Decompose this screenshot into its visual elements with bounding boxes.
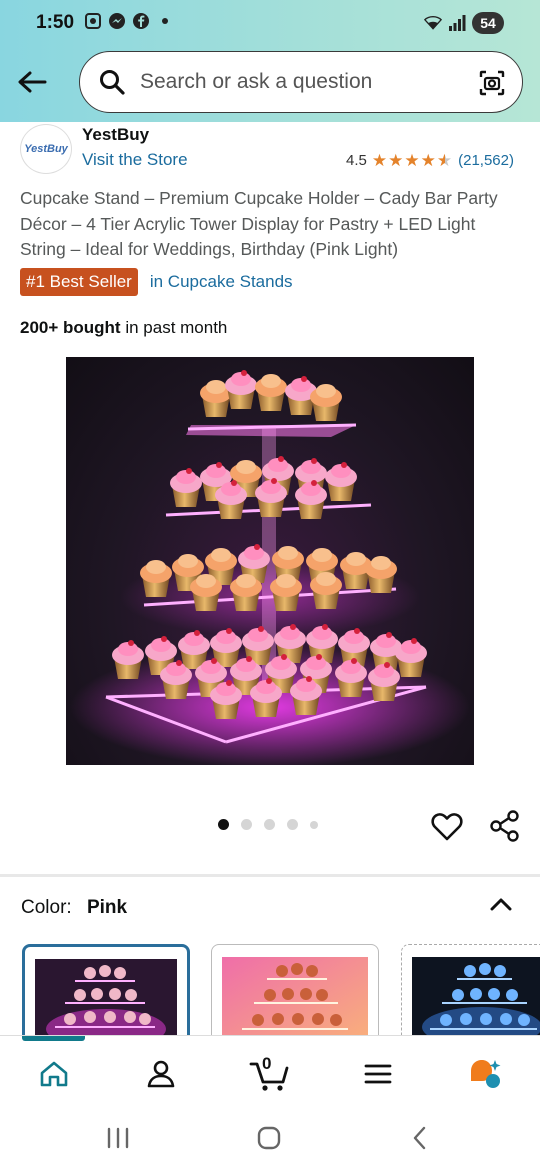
rufus-icon[interactable] xyxy=(465,1054,505,1094)
camera-search-icon[interactable] xyxy=(478,69,506,97)
variant-blue[interactable] xyxy=(401,944,540,1044)
image-carousel-dots[interactable] xyxy=(218,819,318,830)
variant-warm-thumbnail xyxy=(222,957,368,1043)
variant-warm[interactable] xyxy=(211,944,379,1044)
top-bar: 1:50 54 xyxy=(0,0,540,122)
variant-pink-thumbnail xyxy=(35,959,177,1041)
cart-count: 0 xyxy=(262,1054,272,1073)
star-icon: ★ xyxy=(371,151,388,170)
carousel-dot[interactable] xyxy=(310,820,318,829)
status-notification-icons xyxy=(84,12,168,30)
system-navigation-bar xyxy=(0,1105,540,1170)
visit-store-link[interactable]: Visit the Store xyxy=(82,150,188,170)
store-name: YestBuy xyxy=(82,125,150,144)
account-icon[interactable] xyxy=(141,1054,181,1094)
home-icon[interactable] xyxy=(34,1054,74,1094)
screenshot-icon xyxy=(84,12,102,30)
rating-value: 4.5 xyxy=(346,152,367,169)
search-bar[interactable] xyxy=(79,51,523,113)
signal-icon xyxy=(448,14,466,32)
status-system-icons: 54 xyxy=(424,12,504,34)
star-icon: ★ xyxy=(388,151,404,170)
more-notifications-dot xyxy=(162,18,168,24)
rating-stars: ★ ★ ★ ★ ★ xyxy=(372,152,452,169)
menu-icon[interactable] xyxy=(358,1054,398,1094)
cart-icon[interactable]: 0 xyxy=(248,1054,292,1094)
cupcake-stand-illustration xyxy=(70,370,470,765)
active-tab-indicator xyxy=(22,1036,85,1041)
star-icon: ★ xyxy=(404,151,420,170)
best-seller-row: #1 Best Seller in Cupcake Stands xyxy=(20,268,293,296)
color-value: Pink xyxy=(86,897,128,918)
purchase-count: 200+ bought in past month xyxy=(20,318,227,338)
wishlist-heart-icon[interactable] xyxy=(430,810,464,844)
bottom-navigation: 0 xyxy=(0,1035,540,1105)
best-seller-category-link[interactable]: in Cupcake Stands xyxy=(150,272,293,292)
rating-summary[interactable]: 4.5 ★ ★ ★ ★ ★ (21,562) xyxy=(346,152,514,169)
share-icon[interactable] xyxy=(488,809,522,843)
battery-indicator: 54 xyxy=(472,12,504,34)
back-button[interactable] xyxy=(14,64,50,100)
variant-blue-thumbnail xyxy=(412,957,540,1043)
carousel-dot[interactable] xyxy=(287,819,298,830)
recent-apps-icon[interactable] xyxy=(103,1125,133,1151)
facebook-icon xyxy=(132,12,150,30)
status-time: 1:50 xyxy=(36,12,75,33)
carousel-dot[interactable] xyxy=(241,819,252,830)
system-back-icon[interactable] xyxy=(405,1125,435,1151)
product-title: Cupcake Stand – Premium Cupcake Holder –… xyxy=(20,188,498,259)
back-arrow-icon xyxy=(18,71,47,93)
search-icon xyxy=(98,68,126,96)
chevron-up-icon[interactable] xyxy=(488,893,514,915)
rating-count[interactable]: (21,562) xyxy=(458,152,514,169)
color-selector: Color: Pink xyxy=(21,897,127,919)
store-logo-text: YestBuy xyxy=(24,143,68,155)
carousel-dot-active[interactable] xyxy=(218,819,229,830)
star-icon: ★ xyxy=(420,151,436,170)
half-star-icon: ★ xyxy=(436,151,453,170)
home-button-icon[interactable] xyxy=(254,1125,284,1151)
messenger-icon xyxy=(108,12,126,30)
purchase-count-suffix: in past month xyxy=(120,318,228,337)
status-bar: 1:50 54 xyxy=(0,0,540,46)
search-input[interactable] xyxy=(140,70,460,94)
purchase-count-number: 200+ bought xyxy=(20,318,121,337)
carousel-dot[interactable] xyxy=(264,819,275,830)
color-label: Color: xyxy=(21,897,72,918)
variant-pink[interactable] xyxy=(22,944,190,1044)
best-seller-badge: #1 Best Seller xyxy=(20,268,138,296)
wifi-icon xyxy=(424,14,442,32)
section-divider xyxy=(0,874,540,877)
store-logo[interactable]: YestBuy xyxy=(20,124,72,174)
product-image[interactable] xyxy=(66,357,474,765)
